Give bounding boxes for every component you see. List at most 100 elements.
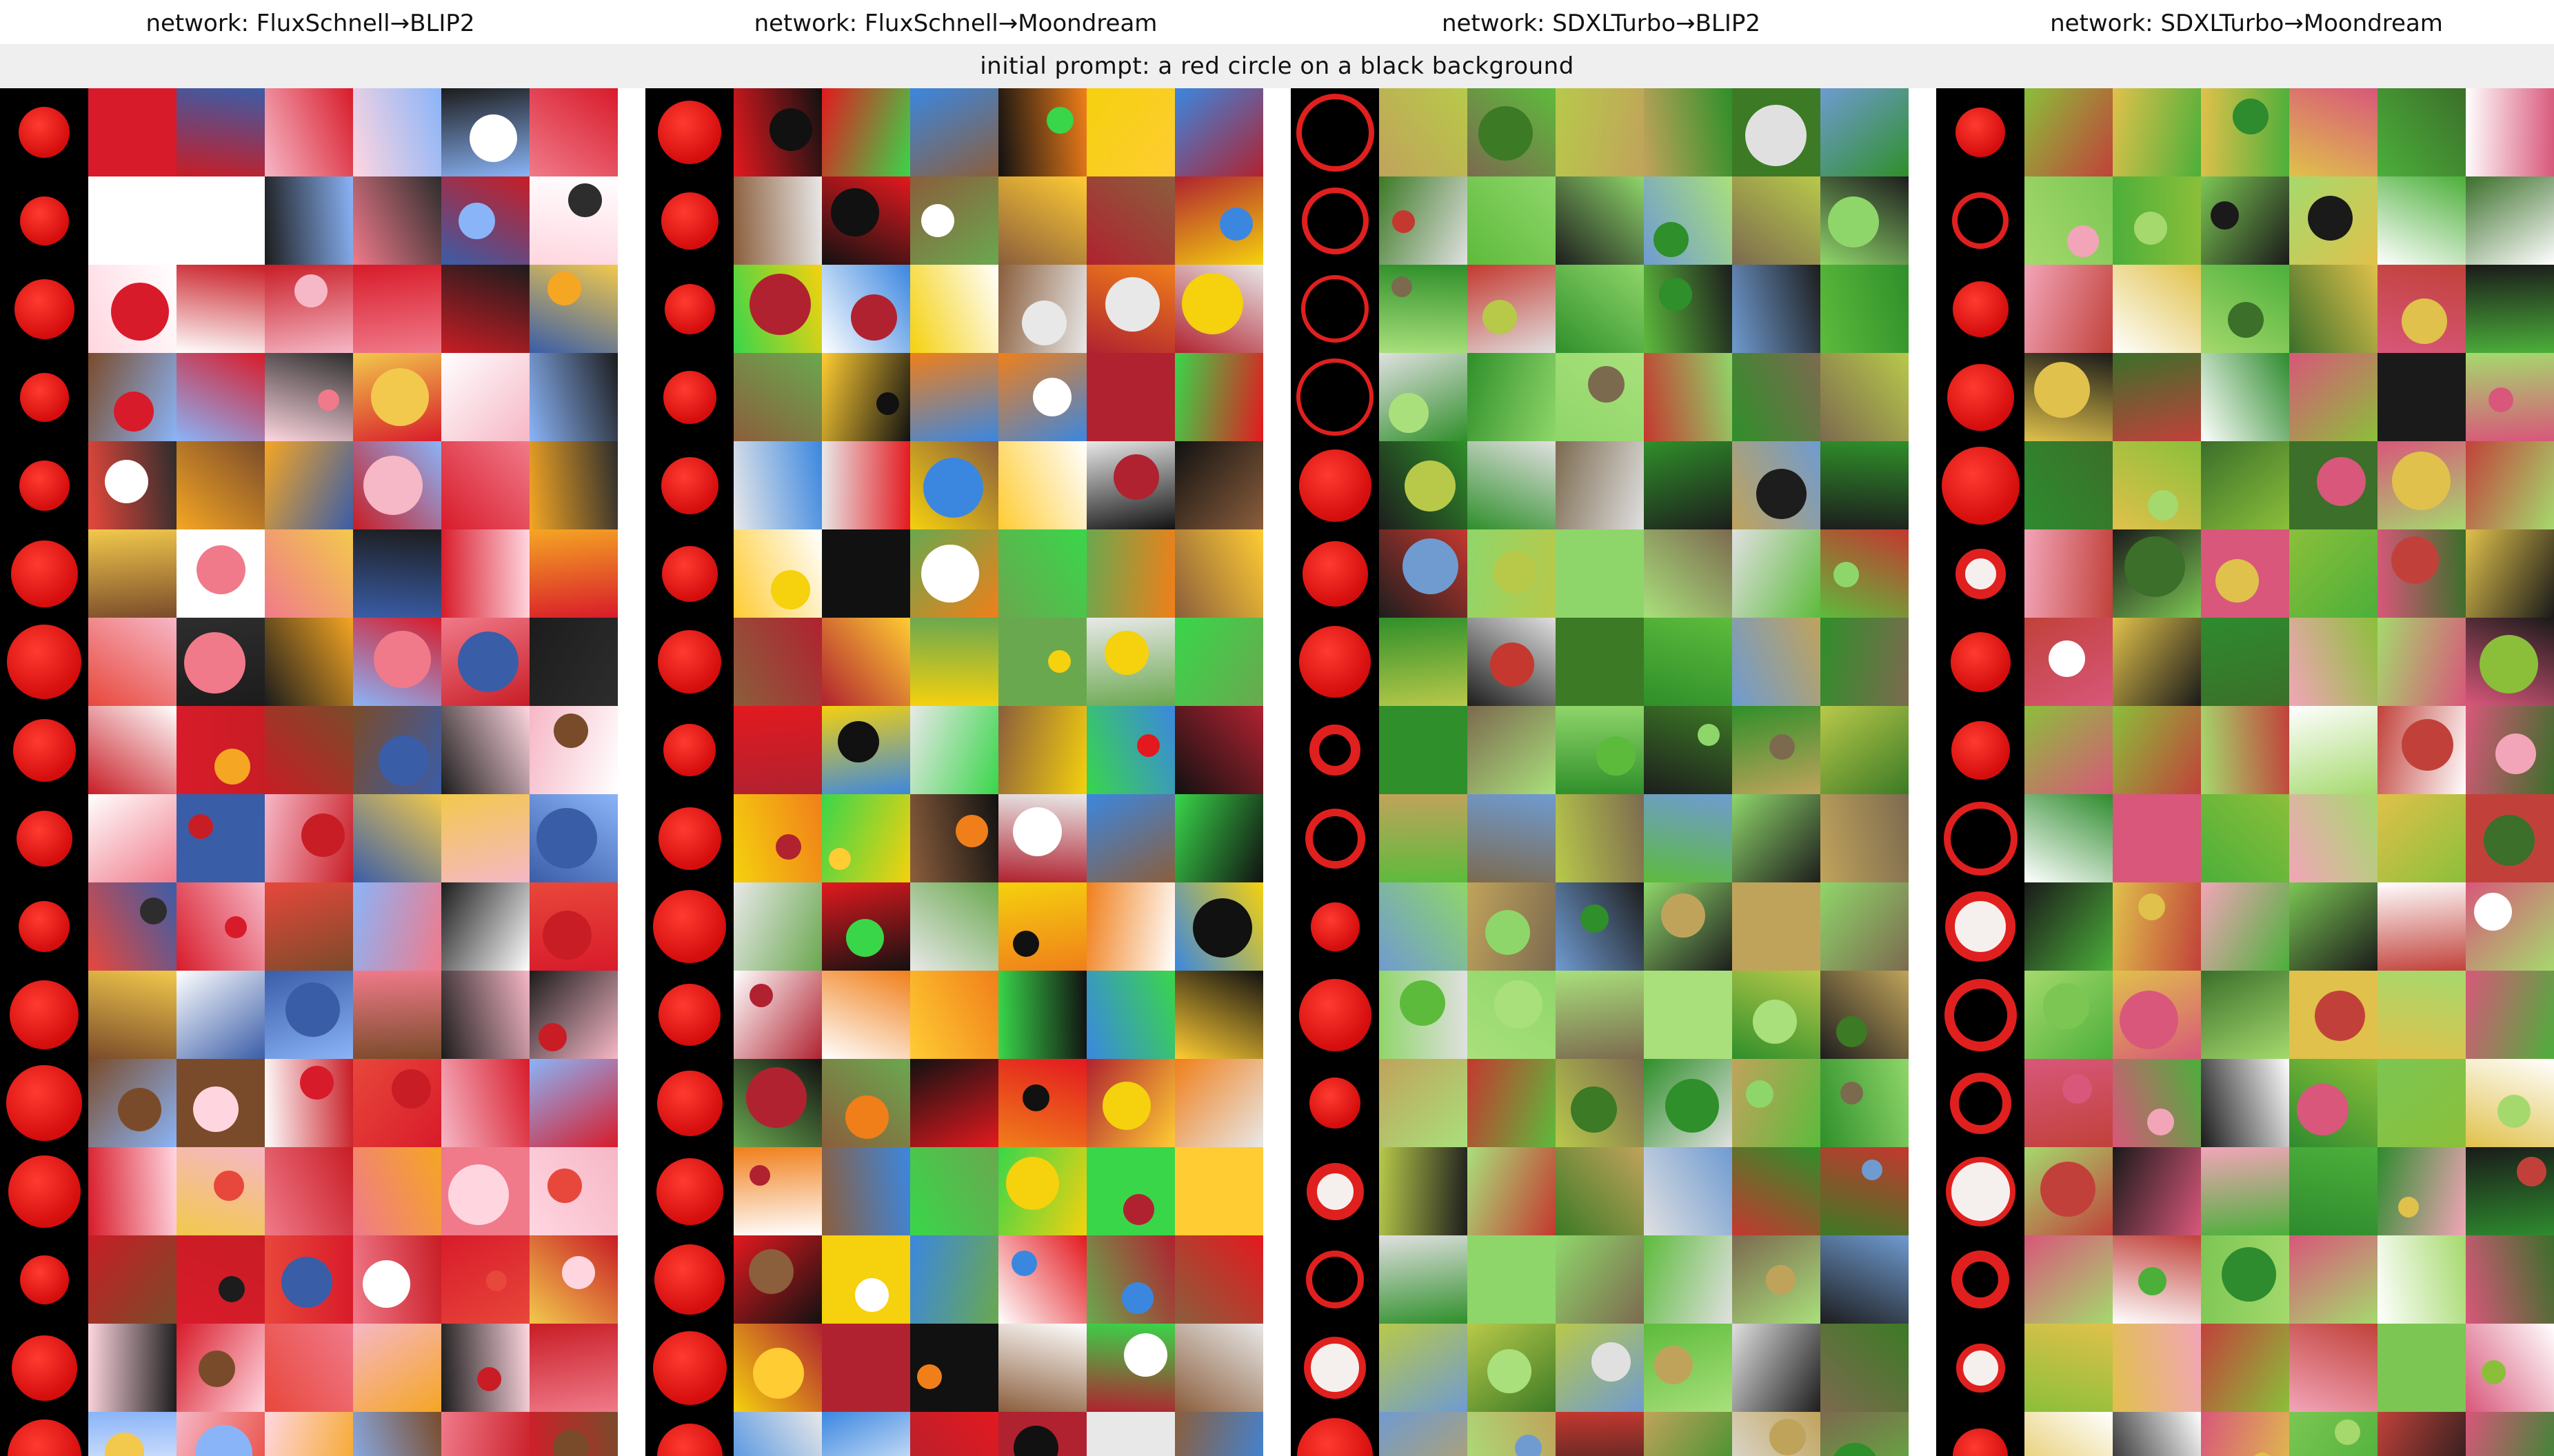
image-tile — [1732, 618, 1820, 706]
image-tile — [88, 176, 177, 265]
image-tile — [2113, 971, 2201, 1059]
red-circle-shape — [664, 283, 715, 334]
image-tile — [910, 618, 998, 706]
image-subject-shape — [2391, 536, 2439, 584]
image-tile — [1556, 1412, 1644, 1456]
image-tile — [353, 353, 441, 441]
image-tile — [1379, 88, 1467, 176]
image-tile — [645, 441, 734, 529]
image-tile — [1732, 1147, 1820, 1235]
image-tile — [2201, 176, 2289, 265]
image-subject-shape — [371, 368, 429, 426]
image-subject-shape — [1013, 931, 1039, 957]
image-tile — [2024, 1235, 2113, 1324]
network-title-sdxl-moondream: network: SDXLTurbo→Moondream — [2050, 10, 2443, 37]
image-tile — [1936, 1059, 2024, 1147]
image-tile — [910, 1324, 998, 1412]
image-tile — [265, 265, 353, 353]
image-tile — [1087, 88, 1175, 176]
image-tile — [2024, 176, 2113, 265]
red-circle-shape — [1951, 1251, 2009, 1308]
image-tile — [1732, 88, 1820, 176]
image-subject-shape — [225, 916, 247, 938]
image-tile — [2113, 441, 2201, 529]
image-tile — [1291, 1235, 1379, 1324]
red-circle-shape — [1305, 808, 1365, 869]
image-tile — [265, 1412, 353, 1456]
image-tile — [2024, 706, 2113, 794]
image-subject-shape — [1013, 807, 1062, 856]
image-tile — [822, 88, 910, 176]
image-tile — [1291, 353, 1379, 441]
image-tile — [1467, 529, 1556, 618]
image-tile — [353, 971, 441, 1059]
image-tile — [265, 706, 353, 794]
image-tile — [1936, 265, 2024, 353]
image-subject-shape — [2067, 225, 2099, 257]
red-circle-shape — [1951, 720, 2010, 780]
image-subject-shape — [547, 272, 581, 305]
image-tile — [645, 971, 734, 1059]
image-tile — [2289, 794, 2377, 882]
image-tile — [1291, 1147, 1379, 1235]
image-tile — [177, 353, 265, 441]
red-circle-shape — [656, 1423, 723, 1456]
red-circle-shape — [7, 625, 81, 699]
image-tile — [1644, 706, 1732, 794]
image-subject-shape — [486, 1271, 507, 1291]
image-subject-shape — [1766, 1265, 1796, 1295]
image-tile — [1291, 706, 1379, 794]
image-tile — [2201, 706, 2289, 794]
image-tile — [1820, 618, 1909, 706]
image-subject-shape — [1220, 208, 1253, 241]
image-subject-shape — [300, 1066, 334, 1100]
image-tile — [1087, 1147, 1175, 1235]
image-tile — [1175, 529, 1263, 618]
image-subject-shape — [379, 736, 429, 786]
image-tile — [1467, 882, 1556, 971]
image-subject-shape — [1193, 898, 1252, 958]
image-tile — [2377, 1147, 2466, 1235]
image-subject-shape — [301, 813, 345, 857]
image-tile — [353, 1059, 441, 1147]
image-subject-shape — [1862, 1160, 1882, 1180]
image-tile — [0, 529, 88, 618]
image-tile — [998, 1235, 1087, 1324]
image-tile — [1556, 176, 1644, 265]
image-tile — [177, 1147, 265, 1235]
image-tile — [1556, 353, 1644, 441]
image-tile — [530, 1235, 618, 1324]
image-tile — [265, 794, 353, 882]
initial-prompt-bar: initial prompt: a red circle on a black … — [0, 44, 2554, 88]
image-tile — [2466, 1324, 2554, 1412]
image-tile — [1820, 441, 1909, 529]
image-tile — [353, 1235, 441, 1324]
image-tile — [1820, 265, 1909, 353]
image-subject-shape — [2222, 1247, 2276, 1302]
image-tile — [2024, 353, 2113, 441]
image-subject-shape — [188, 814, 213, 839]
red-circle-shape — [1944, 978, 2017, 1051]
red-circle-shape — [19, 460, 70, 511]
image-tile — [1936, 176, 2024, 265]
image-tile — [2289, 529, 2377, 618]
image-tile — [1379, 176, 1467, 265]
image-tile — [2201, 618, 2289, 706]
image-tile — [2466, 882, 2554, 971]
image-subject-shape — [956, 815, 988, 847]
image-subject-shape — [1769, 734, 1795, 760]
image-tile — [822, 1324, 910, 1412]
image-subject-shape — [1137, 734, 1160, 757]
image-tile — [530, 1147, 618, 1235]
image-tile — [910, 882, 998, 971]
image-subject-shape — [118, 1088, 161, 1131]
image-subject-shape — [114, 392, 154, 432]
image-tile — [1175, 618, 1263, 706]
image-tile — [2201, 353, 2289, 441]
red-circle-shape — [663, 370, 716, 424]
red-circle-shape — [7, 1419, 81, 1456]
image-tile — [910, 1147, 998, 1235]
image-tile — [0, 1412, 88, 1456]
image-tile — [2113, 265, 2201, 353]
image-tile — [1291, 618, 1379, 706]
